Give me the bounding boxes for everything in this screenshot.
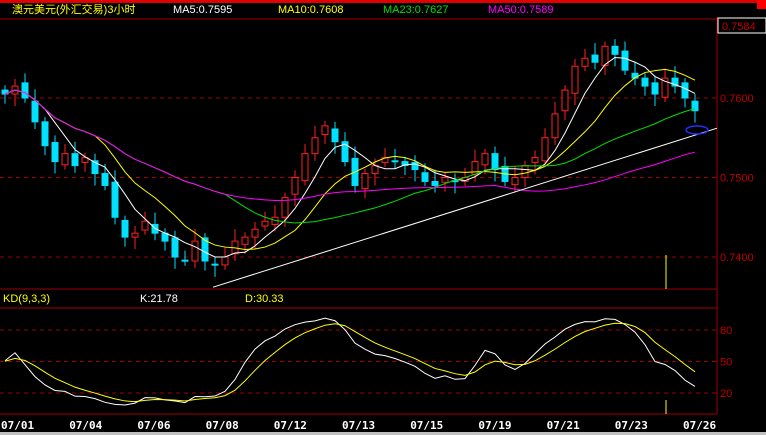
candle-up — [301, 153, 309, 182]
corner-marker — [757, 0, 766, 9]
date-tick-label: 07/21 — [547, 419, 580, 432]
candle-up — [261, 220, 269, 227]
candle-down — [71, 153, 79, 167]
date-tick-label: 07/01 — [1, 419, 34, 432]
candle-up — [191, 240, 199, 262]
candle-up — [561, 89, 569, 112]
date-tick-label: 07/06 — [137, 419, 170, 432]
date-tick-label: 07/04 — [69, 419, 102, 432]
candle-down — [681, 82, 689, 99]
ma50-value: MA50:0.7589 — [488, 4, 553, 16]
forex-chart[interactable]: 澳元美元(外汇交易)3小时 MA5:0.7595 MA10:0.7608 MA2… — [0, 0, 766, 435]
candle-down — [41, 121, 49, 147]
candle-up — [541, 137, 549, 162]
kd-tick-label: 80 — [720, 325, 732, 337]
candle-up — [61, 153, 69, 166]
candle-down — [611, 45, 619, 55]
candle-up — [251, 228, 259, 238]
ma5-line — [4, 56, 696, 258]
candle-down — [181, 259, 189, 262]
candle-up — [291, 177, 299, 195]
date-tick-label: 07/19 — [478, 419, 511, 432]
kd-tick-label: 50 — [720, 357, 732, 369]
candle-up — [311, 137, 319, 155]
date-tick-label: 07/26 — [683, 419, 716, 432]
ma10-value: MA10:0.7608 — [278, 4, 343, 16]
candle-up — [581, 57, 589, 67]
candle-down — [641, 77, 649, 87]
candle-down — [421, 172, 429, 182]
date-tick-label: 07/12 — [274, 419, 307, 432]
price-tick-label: 0.7500 — [720, 173, 754, 185]
candle-down — [51, 142, 59, 163]
candle-up — [551, 113, 559, 139]
kd-label: KD(9,3,3) — [3, 293, 50, 305]
candle-up — [371, 165, 379, 175]
k-line — [4, 317, 696, 406]
trendline — [212, 127, 718, 288]
candle-down — [21, 82, 29, 99]
candle-up — [511, 177, 519, 186]
candle-down — [121, 219, 129, 238]
candle-down — [331, 128, 339, 143]
candle-up — [131, 232, 139, 238]
date-tick-label: 07/08 — [206, 419, 239, 432]
candle-up — [481, 153, 489, 166]
date-tick-label: 07/23 — [615, 419, 648, 432]
candle-down — [391, 160, 399, 163]
candle-down — [651, 82, 659, 95]
ma5-value: MA5:0.7595 — [173, 4, 232, 16]
ma10-line — [4, 68, 696, 250]
candle-up — [321, 125, 329, 136]
d-line — [4, 322, 696, 403]
candle-down — [171, 237, 179, 258]
k-value: K:21.78 — [140, 293, 178, 305]
candle-down — [111, 181, 119, 218]
candle-up — [571, 65, 579, 94]
candle-up — [241, 236, 249, 245]
ma23-line — [4, 89, 696, 224]
candle-down — [591, 54, 599, 63]
candle-up — [221, 256, 229, 266]
candle-down — [621, 50, 629, 71]
date-tick-label: 07/13 — [342, 419, 375, 432]
candle-down — [491, 153, 499, 171]
ma23-value: MA23:0.7627 — [383, 4, 448, 16]
d-value: D:30.33 — [245, 293, 284, 305]
price-tick-label: 0.7600 — [720, 93, 754, 105]
candle-down — [31, 100, 39, 123]
candle-down — [211, 263, 219, 266]
date-tick-label: 07/15 — [410, 419, 443, 432]
candle-up — [521, 165, 529, 178]
candle-up — [361, 173, 369, 190]
candle-down — [101, 173, 109, 186]
annotation-ellipse — [685, 125, 709, 135]
candle-down — [411, 161, 419, 171]
kd-tick-label: 20 — [720, 388, 732, 400]
candle-up — [531, 157, 539, 163]
chart-title: 澳元美元(外汇交易)3小时 — [12, 2, 135, 16]
candle-down — [431, 180, 439, 186]
current-price: 0.7584 — [722, 21, 756, 33]
candle-up — [141, 220, 149, 231]
candle-up — [441, 177, 449, 183]
price-tick-label: 0.7400 — [720, 252, 754, 264]
top-bar — [0, 0, 766, 3]
